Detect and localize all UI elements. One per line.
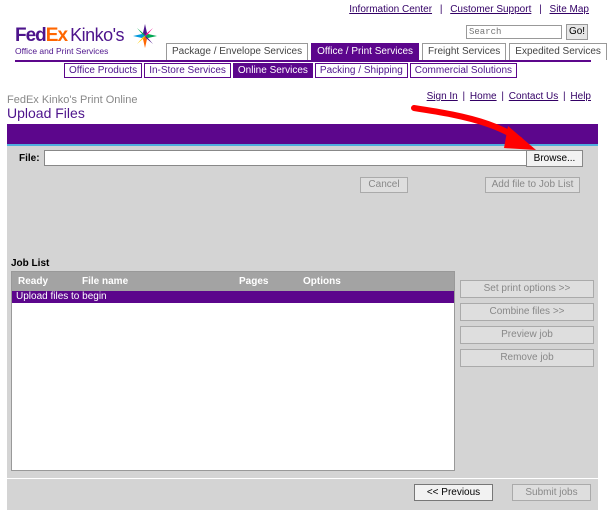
home-link[interactable]: Home bbox=[470, 91, 497, 102]
information-center-link[interactable]: Information Center bbox=[349, 4, 432, 15]
subtab-office-products[interactable]: Office Products bbox=[64, 63, 143, 78]
logo-fed-text: Fed bbox=[15, 25, 47, 46]
add-file-to-job-list-button[interactable]: Add file to Job List bbox=[485, 177, 580, 193]
subtab-online-services[interactable]: Online Services bbox=[232, 63, 313, 78]
previous-button[interactable]: << Previous bbox=[414, 484, 493, 501]
submit-jobs-button[interactable]: Submit jobs bbox=[512, 484, 591, 501]
page-link-separator: | bbox=[462, 91, 466, 102]
subtab-in-store-services[interactable]: In-Store Services bbox=[144, 63, 231, 78]
set-print-options-button[interactable]: Set print options >> bbox=[460, 280, 594, 298]
header-band bbox=[7, 124, 598, 144]
job-list-label: Job List bbox=[11, 258, 50, 269]
page-links: Sign In | Home | Contact Us | Help bbox=[427, 91, 591, 102]
logo-kinkos-text: Kinko's bbox=[70, 25, 125, 45]
column-header-options: Options bbox=[303, 276, 341, 287]
page-link-separator: | bbox=[563, 91, 566, 102]
search-go-button[interactable]: Go! bbox=[566, 24, 588, 40]
sub-nav-tabs: Office Products In-Store Services Online… bbox=[64, 63, 518, 78]
column-header-pages: Pages bbox=[239, 276, 269, 287]
logo-ex-text: Ex bbox=[45, 25, 68, 46]
page-link-separator: | bbox=[501, 91, 504, 102]
sign-in-link[interactable]: Sign In bbox=[427, 91, 458, 102]
subtab-packing-shipping[interactable]: Packing / Shipping bbox=[314, 63, 408, 78]
main-nav-tabs: Package / Envelope Services Office / Pri… bbox=[166, 43, 607, 60]
logo-tagline: Office and Print Services bbox=[15, 46, 109, 56]
file-label: File: bbox=[19, 153, 40, 164]
tab-package-envelope-services[interactable]: Package / Envelope Services bbox=[166, 43, 309, 60]
combine-files-button[interactable]: Combine files >> bbox=[460, 303, 594, 321]
browse-button[interactable]: Browse... bbox=[526, 150, 583, 167]
kinkos-star-icon bbox=[133, 24, 157, 48]
tab-office-print-services[interactable]: Office / Print Services bbox=[311, 43, 420, 60]
job-list-panel: Job List Ready File name Pages Options U… bbox=[7, 255, 598, 478]
job-list-header: Ready File name Pages Options bbox=[12, 272, 454, 291]
preview-job-button[interactable]: Preview job bbox=[460, 326, 594, 344]
help-link[interactable]: Help bbox=[570, 91, 591, 102]
top-separator: | bbox=[439, 4, 443, 15]
column-header-file-name: File name bbox=[82, 276, 129, 287]
subtab-commercial-solutions[interactable]: Commercial Solutions bbox=[409, 63, 518, 78]
top-separator: | bbox=[539, 4, 542, 15]
footer-nav: << Previous Submit jobs bbox=[7, 478, 598, 510]
job-list-table[interactable]: Ready File name Pages Options Upload fil… bbox=[11, 271, 455, 471]
table-row[interactable]: Upload files to begin bbox=[12, 291, 454, 303]
search-input[interactable] bbox=[466, 25, 562, 39]
remove-job-button[interactable]: Remove job bbox=[460, 349, 594, 367]
upload-panel: File: Browse... Cancel Add file to Job L… bbox=[7, 146, 598, 255]
tab-expedited-services[interactable]: Expedited Services bbox=[509, 43, 607, 60]
site-map-link[interactable]: Site Map bbox=[550, 4, 589, 15]
file-path-field[interactable] bbox=[44, 150, 528, 166]
page-title: Upload Files bbox=[7, 105, 85, 121]
tab-freight-services[interactable]: Freight Services bbox=[422, 43, 507, 60]
nav-divider bbox=[15, 60, 591, 62]
column-header-ready: Ready bbox=[18, 276, 49, 287]
contact-us-link[interactable]: Contact Us bbox=[509, 91, 558, 102]
fedex-kinkos-logo[interactable]: FedEx Kinko's Office and Print Services bbox=[15, 24, 160, 57]
top-utility-links: Information Center | Customer Support | … bbox=[349, 4, 589, 15]
cancel-button[interactable]: Cancel bbox=[360, 177, 408, 193]
customer-support-link[interactable]: Customer Support bbox=[450, 4, 531, 15]
